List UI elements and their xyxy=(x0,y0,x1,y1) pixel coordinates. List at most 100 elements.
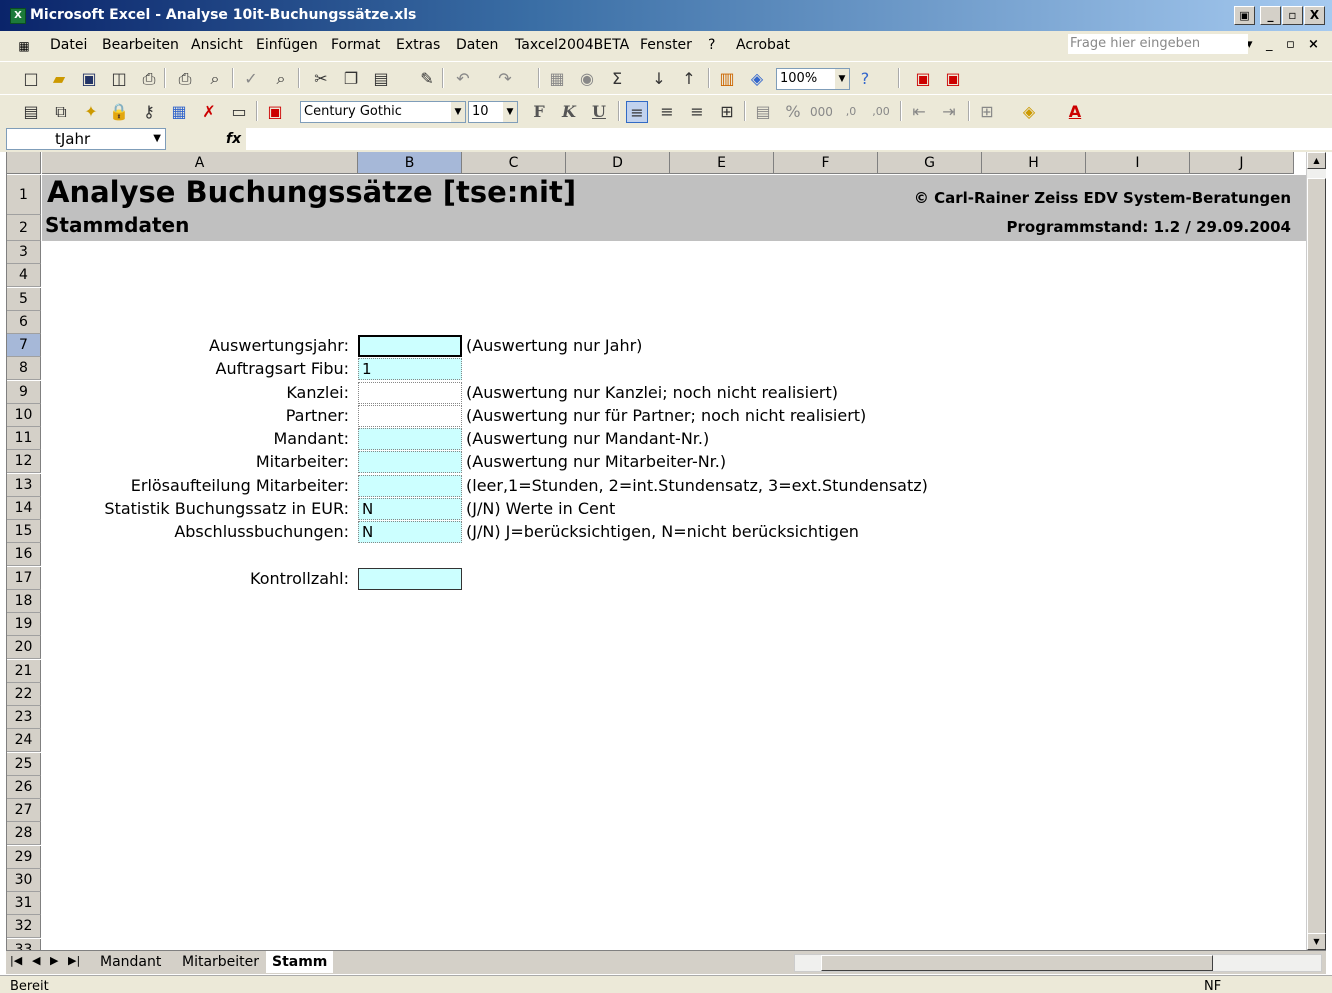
row-header-15[interactable]: 15 xyxy=(7,520,41,543)
column-header-c[interactable]: C xyxy=(462,152,566,174)
align-left-icon[interactable]: ≡ xyxy=(626,101,648,123)
vertical-scrollbar[interactable]: ▲ ▼ xyxy=(1306,152,1326,950)
row-header-30[interactable]: 30 xyxy=(7,868,41,892)
horizontal-scrollbar[interactable] xyxy=(794,954,1322,972)
maximize-button[interactable]: ▫ xyxy=(1282,6,1303,25)
field-input-cell[interactable]: 1 xyxy=(358,358,462,381)
row-header-7[interactable]: 7 xyxy=(7,334,41,357)
worksheet-grid[interactable]: ABCDEFGHIJ 1 2 3 4 5 6 7 8 9 10 11 12 13 14 15 16 17 18 19… xyxy=(6,152,1306,950)
horizontal-scroll-thumb[interactable] xyxy=(821,955,1213,971)
close-button[interactable]: X xyxy=(1304,6,1325,25)
row-header-17[interactable]: 17 xyxy=(7,566,41,590)
field-input-cell[interactable] xyxy=(358,335,462,357)
prev-sheet-icon[interactable]: ◀ xyxy=(32,954,40,967)
row-header-3[interactable]: 3 xyxy=(7,241,41,264)
align-center-icon[interactable]: ≡ xyxy=(656,101,678,123)
tools-icon[interactable]: ✗ xyxy=(198,101,220,123)
increase-decimal-icon[interactable]: ,0 xyxy=(840,101,862,123)
menu-fenster[interactable]: Fenster xyxy=(640,37,692,53)
name-box[interactable]: tJahr ▼ xyxy=(6,128,166,150)
align-right-icon[interactable]: ≡ xyxy=(686,101,708,123)
italic-button[interactable]: K xyxy=(558,101,580,123)
column-header-i[interactable]: I xyxy=(1086,152,1190,174)
decrease-decimal-icon[interactable]: ,00 xyxy=(870,101,892,123)
row-header-29[interactable]: 29 xyxy=(7,845,41,869)
field-input-cell[interactable] xyxy=(358,381,462,404)
bold-button[interactable]: F xyxy=(528,101,550,123)
pdf-mail-icon[interactable]: ▣ xyxy=(942,68,964,90)
tab-mitarbeiter[interactable]: Mitarbeiter xyxy=(176,951,265,973)
function-icon[interactable]: fx xyxy=(226,131,241,147)
research-icon[interactable]: ⌕ xyxy=(270,68,292,90)
row-header-23[interactable]: 23 xyxy=(7,706,41,729)
column-header-f[interactable]: F xyxy=(774,152,878,174)
column-header-d[interactable]: D xyxy=(566,152,670,174)
column-header-j[interactable]: J xyxy=(1190,152,1294,174)
row-header-16[interactable]: 16 xyxy=(7,543,41,567)
monitor-icon[interactable]: ▭ xyxy=(228,101,250,123)
row-header-5[interactable]: 5 xyxy=(7,287,41,311)
column-header-h[interactable]: H xyxy=(982,152,1086,174)
restore-toolbar-icon[interactable]: ▣ xyxy=(1234,6,1255,25)
report-icon[interactable]: ▣ xyxy=(264,101,286,123)
hyperlink-icon[interactable]: ▦ xyxy=(546,68,568,90)
increase-indent-icon[interactable]: ⇥ xyxy=(938,101,960,123)
menu-einfuegen[interactable]: Einfügen xyxy=(256,37,318,53)
row-header-20[interactable]: 20 xyxy=(7,636,41,660)
tab-stamm[interactable]: Stamm xyxy=(266,951,334,973)
row-header-31[interactable]: 31 xyxy=(7,892,41,915)
doc-close-icon[interactable]: × xyxy=(1308,37,1319,52)
row-header-21[interactable]: 21 xyxy=(7,659,41,683)
menu-extras[interactable]: Extras xyxy=(396,37,440,53)
minimize-button[interactable]: _ xyxy=(1260,6,1281,25)
row-header-33[interactable]: 33 xyxy=(7,938,41,950)
doc-minimize-icon[interactable]: _ xyxy=(1266,37,1273,52)
menu-taxcel[interactable]: Taxcel2004BETA xyxy=(515,37,629,53)
thousands-icon[interactable]: 000 xyxy=(810,101,833,123)
row-header-27[interactable]: 27 xyxy=(7,799,41,822)
first-sheet-icon[interactable]: |◀ xyxy=(10,954,22,967)
font-color-icon[interactable]: A xyxy=(1064,101,1086,123)
bulb-icon[interactable]: ✦ xyxy=(80,101,102,123)
row-header-19[interactable]: 19 xyxy=(7,613,41,636)
select-all-corner[interactable] xyxy=(7,152,41,174)
quick-print-icon[interactable]: ⎙ xyxy=(174,68,196,90)
last-sheet-icon[interactable]: ▶| xyxy=(68,954,80,967)
spelling-icon[interactable]: ✓ xyxy=(240,68,262,90)
macro-icon[interactable]: ⧉ xyxy=(50,101,72,123)
field-input-cell[interactable]: N xyxy=(358,497,462,520)
help-search-input[interactable]: Frage hier eingeben xyxy=(1068,34,1248,54)
menu-format[interactable]: Format xyxy=(331,37,380,53)
row-header-25[interactable]: 25 xyxy=(7,752,41,776)
chevron-down-icon[interactable]: ▼ xyxy=(835,69,849,89)
research-pane-icon[interactable]: ◉ xyxy=(576,68,598,90)
row-header-32[interactable]: 32 xyxy=(7,915,41,939)
row-header-24[interactable]: 24 xyxy=(7,729,41,753)
row-header-9[interactable]: 9 xyxy=(7,380,41,404)
paste-icon[interactable]: ▤ xyxy=(370,68,392,90)
print-preview-icon[interactable]: ⌕ xyxy=(204,68,226,90)
menu-datei[interactable]: Datei xyxy=(50,37,87,53)
chevron-down-icon[interactable]: ▼ xyxy=(503,102,517,122)
formula-input[interactable] xyxy=(246,128,1332,150)
vertical-scroll-thumb[interactable] xyxy=(1307,178,1326,938)
field-input-cell[interactable] xyxy=(358,474,462,497)
next-sheet-icon[interactable]: ▶ xyxy=(50,954,58,967)
chart-wizard-icon[interactable]: ▥ xyxy=(716,68,738,90)
scroll-down-icon[interactable]: ▼ xyxy=(1307,933,1326,950)
row-header-1[interactable]: 1 xyxy=(7,175,41,215)
undo-icon[interactable]: ↶ xyxy=(452,68,474,90)
font-size-select[interactable]: 10 ▼ xyxy=(468,101,518,123)
drawing-icon[interactable]: ◈ xyxy=(746,68,768,90)
save-icon[interactable]: ▣ xyxy=(78,68,100,90)
redo-icon[interactable]: ↷ xyxy=(494,68,516,90)
column-header-b[interactable]: B xyxy=(358,152,462,174)
scroll-up-icon[interactable]: ▲ xyxy=(1307,152,1326,169)
sort-descending-icon[interactable]: ↑ xyxy=(678,68,700,90)
zoom-select[interactable]: 100% ▼ xyxy=(776,68,850,90)
menu-daten[interactable]: Daten xyxy=(456,37,498,53)
currency-icon[interactable]: ▤ xyxy=(752,101,774,123)
calendar-icon[interactable]: ▦ xyxy=(168,101,190,123)
help-icon[interactable]: ? xyxy=(854,68,876,90)
menu-ansicht[interactable]: Ansicht xyxy=(191,37,243,53)
